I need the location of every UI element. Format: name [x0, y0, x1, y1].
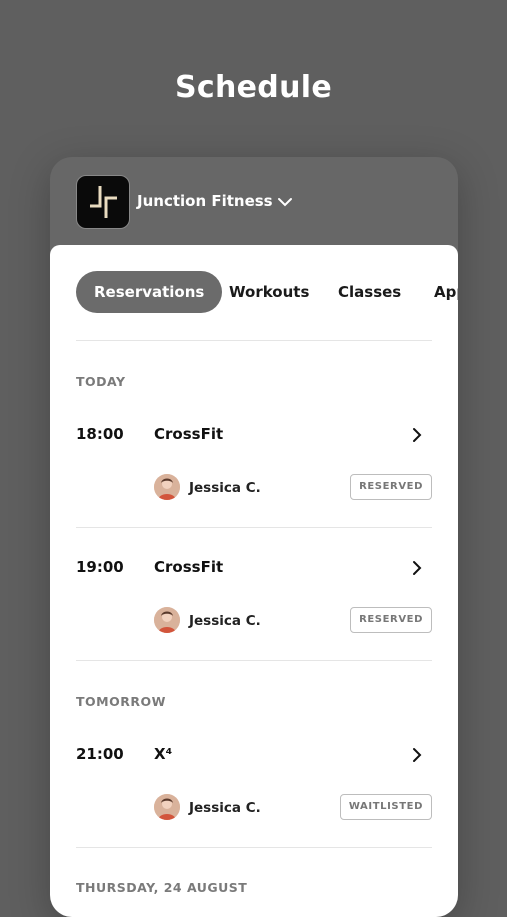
- divider: [76, 847, 432, 848]
- tab-reservations[interactable]: Reservations: [76, 271, 223, 313]
- gym-name[interactable]: Junction Fitness: [137, 192, 273, 210]
- chevron-right-icon[interactable]: [408, 559, 426, 577]
- status-badge: RESERVED: [350, 607, 432, 633]
- status-badge: WAITLISTED: [339, 794, 432, 820]
- tab-workouts[interactable]: Workouts: [229, 271, 309, 313]
- reservation-time: 21:00: [76, 745, 124, 763]
- section-label-tomorrow: TOMORROW: [76, 694, 166, 709]
- divider: [76, 527, 432, 528]
- gym-logo: [76, 175, 130, 229]
- status-badge: RESERVED: [350, 474, 432, 500]
- avatar: [154, 607, 180, 633]
- chevron-right-icon[interactable]: [408, 426, 426, 444]
- tab-app[interactable]: App: [434, 271, 458, 313]
- coach-name: Jessica C.: [189, 800, 261, 816]
- avatar: [154, 794, 180, 820]
- reservation-class: X⁴: [154, 745, 173, 763]
- chevron-down-icon[interactable]: [275, 192, 295, 212]
- app-frame: Junction Fitness Reservations Workouts C…: [50, 157, 458, 917]
- coach-name: Jessica C.: [189, 613, 261, 629]
- reservation-class: CrossFit: [154, 425, 224, 443]
- reservation-class: CrossFit: [154, 558, 224, 576]
- chevron-right-icon[interactable]: [408, 746, 426, 764]
- reservation-time: 18:00: [76, 425, 124, 443]
- tab-classes[interactable]: Classes: [338, 271, 401, 313]
- avatar: [154, 474, 180, 500]
- divider: [76, 340, 432, 341]
- schedule-sheet: Reservations Workouts Classes App TODAY …: [50, 245, 458, 917]
- tab-bar: Reservations Workouts Classes App: [76, 271, 458, 313]
- section-label-today: TODAY: [76, 374, 126, 389]
- gym-selector[interactable]: Junction Fitness: [50, 157, 458, 245]
- divider: [76, 660, 432, 661]
- section-label-thursday: THURSDAY, 24 AUGUST: [76, 880, 248, 895]
- coach-name: Jessica C.: [189, 480, 261, 496]
- page-title: Schedule: [175, 70, 332, 105]
- reservation-time: 19:00: [76, 558, 124, 576]
